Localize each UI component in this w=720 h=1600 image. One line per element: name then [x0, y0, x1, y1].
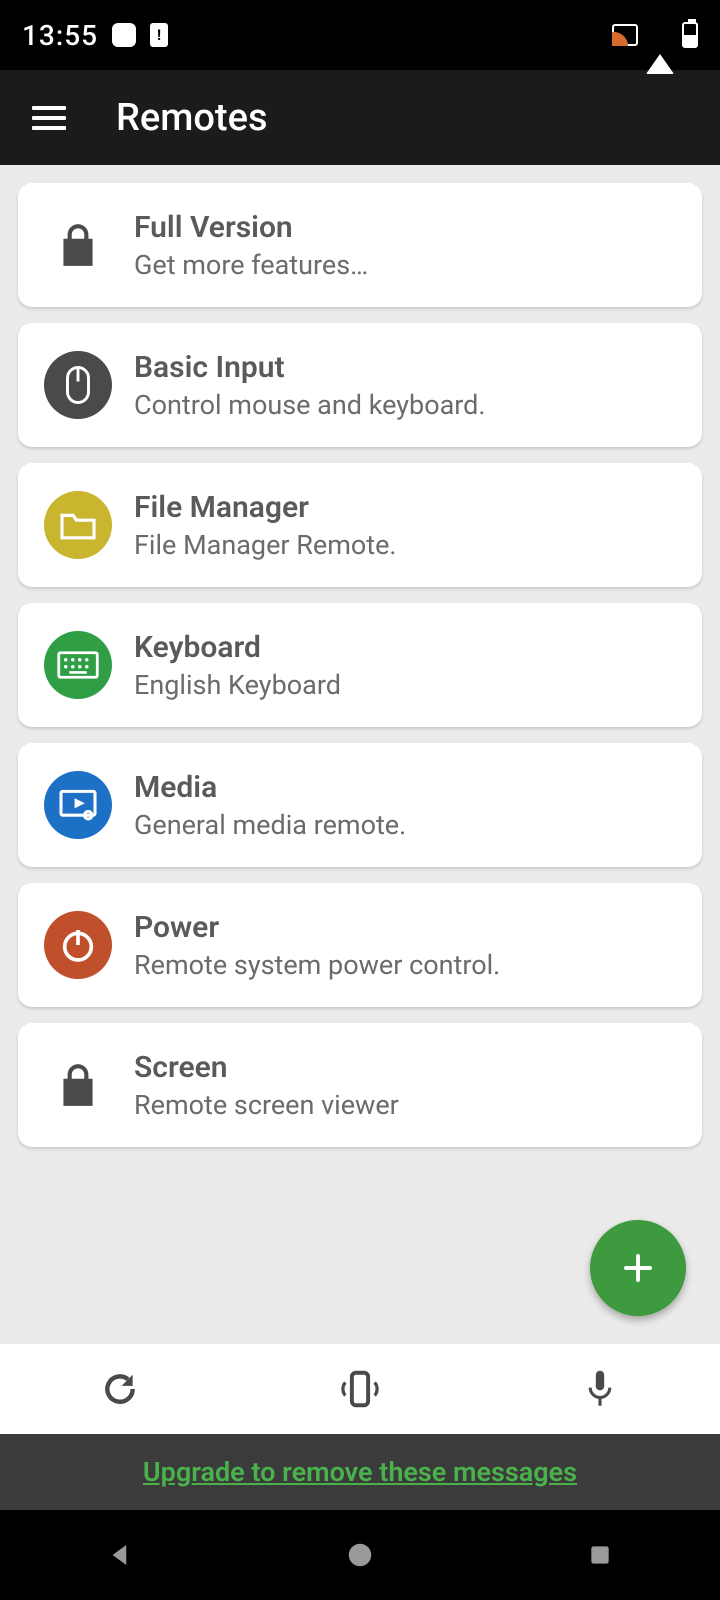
- add-button[interactable]: [590, 1220, 686, 1316]
- power-icon: [44, 911, 112, 979]
- item-title: Power: [134, 910, 500, 945]
- item-title: Full Version: [134, 210, 368, 245]
- item-title: Keyboard: [134, 630, 341, 665]
- bottom-toolbar: [0, 1344, 720, 1434]
- item-subtitle: English Keyboard: [134, 669, 341, 701]
- cast-icon: [612, 24, 638, 46]
- ad-banner: Upgrade to remove these messages: [0, 1434, 720, 1510]
- menu-button[interactable]: [18, 87, 80, 149]
- list-item-basic-input[interactable]: Basic Input Control mouse and keyboard.: [18, 323, 702, 447]
- hamburger-icon: [32, 106, 66, 130]
- clock-text: 13:55: [22, 19, 98, 52]
- item-subtitle: Control mouse and keyboard.: [134, 389, 486, 421]
- item-title: Basic Input: [134, 350, 486, 385]
- mouse-icon: [44, 351, 112, 419]
- list-item-full-version[interactable]: Full Version Get more features…: [18, 183, 702, 307]
- alert-icon: !: [150, 23, 168, 47]
- item-subtitle: Get more features…: [134, 249, 368, 281]
- circle-home-icon: [345, 1540, 375, 1570]
- refresh-icon: [101, 1370, 139, 1408]
- list-item-screen[interactable]: Screen Remote screen viewer: [18, 1023, 702, 1147]
- content-area: Full Version Get more features… Basic In…: [0, 165, 720, 1344]
- list-item-power[interactable]: Power Remote system power control.: [18, 883, 702, 1007]
- nav-recent-button[interactable]: [580, 1535, 620, 1575]
- list-item-media[interactable]: Media General media remote.: [18, 743, 702, 867]
- status-bar: 13:55 !: [0, 0, 720, 70]
- nav-home-button[interactable]: [340, 1535, 380, 1575]
- battery-icon: [682, 22, 698, 48]
- notification-icon: [112, 23, 136, 47]
- item-subtitle: General media remote.: [134, 809, 406, 841]
- item-title: Screen: [134, 1050, 399, 1085]
- media-icon: [44, 771, 112, 839]
- phone-vibrate-icon: [334, 1368, 386, 1410]
- item-title: Media: [134, 770, 406, 805]
- item-subtitle: Remote screen viewer: [134, 1089, 399, 1121]
- vibrate-button[interactable]: [320, 1359, 400, 1419]
- page-title: Remotes: [116, 96, 268, 140]
- system-nav-bar: [0, 1510, 720, 1600]
- wifi-icon: [646, 21, 674, 54]
- plus-icon: [620, 1250, 656, 1286]
- item-title: File Manager: [134, 490, 397, 525]
- list-item-keyboard[interactable]: Keyboard English Keyboard: [18, 603, 702, 727]
- square-recent-icon: [587, 1542, 613, 1568]
- app-bar: Remotes: [0, 70, 720, 165]
- refresh-button[interactable]: [80, 1359, 160, 1419]
- microphone-icon: [583, 1368, 617, 1410]
- item-subtitle: Remote system power control.: [134, 949, 500, 981]
- triangle-back-icon: [105, 1540, 135, 1570]
- mic-button[interactable]: [560, 1359, 640, 1419]
- item-subtitle: File Manager Remote.: [134, 529, 397, 561]
- lock-icon: [53, 1058, 103, 1112]
- upgrade-link[interactable]: Upgrade to remove these messages: [143, 1456, 577, 1488]
- nav-back-button[interactable]: [100, 1535, 140, 1575]
- lock-icon: [53, 218, 103, 272]
- list-item-file-manager[interactable]: File Manager File Manager Remote.: [18, 463, 702, 587]
- keyboard-icon: [44, 631, 112, 699]
- folder-icon: [44, 491, 112, 559]
